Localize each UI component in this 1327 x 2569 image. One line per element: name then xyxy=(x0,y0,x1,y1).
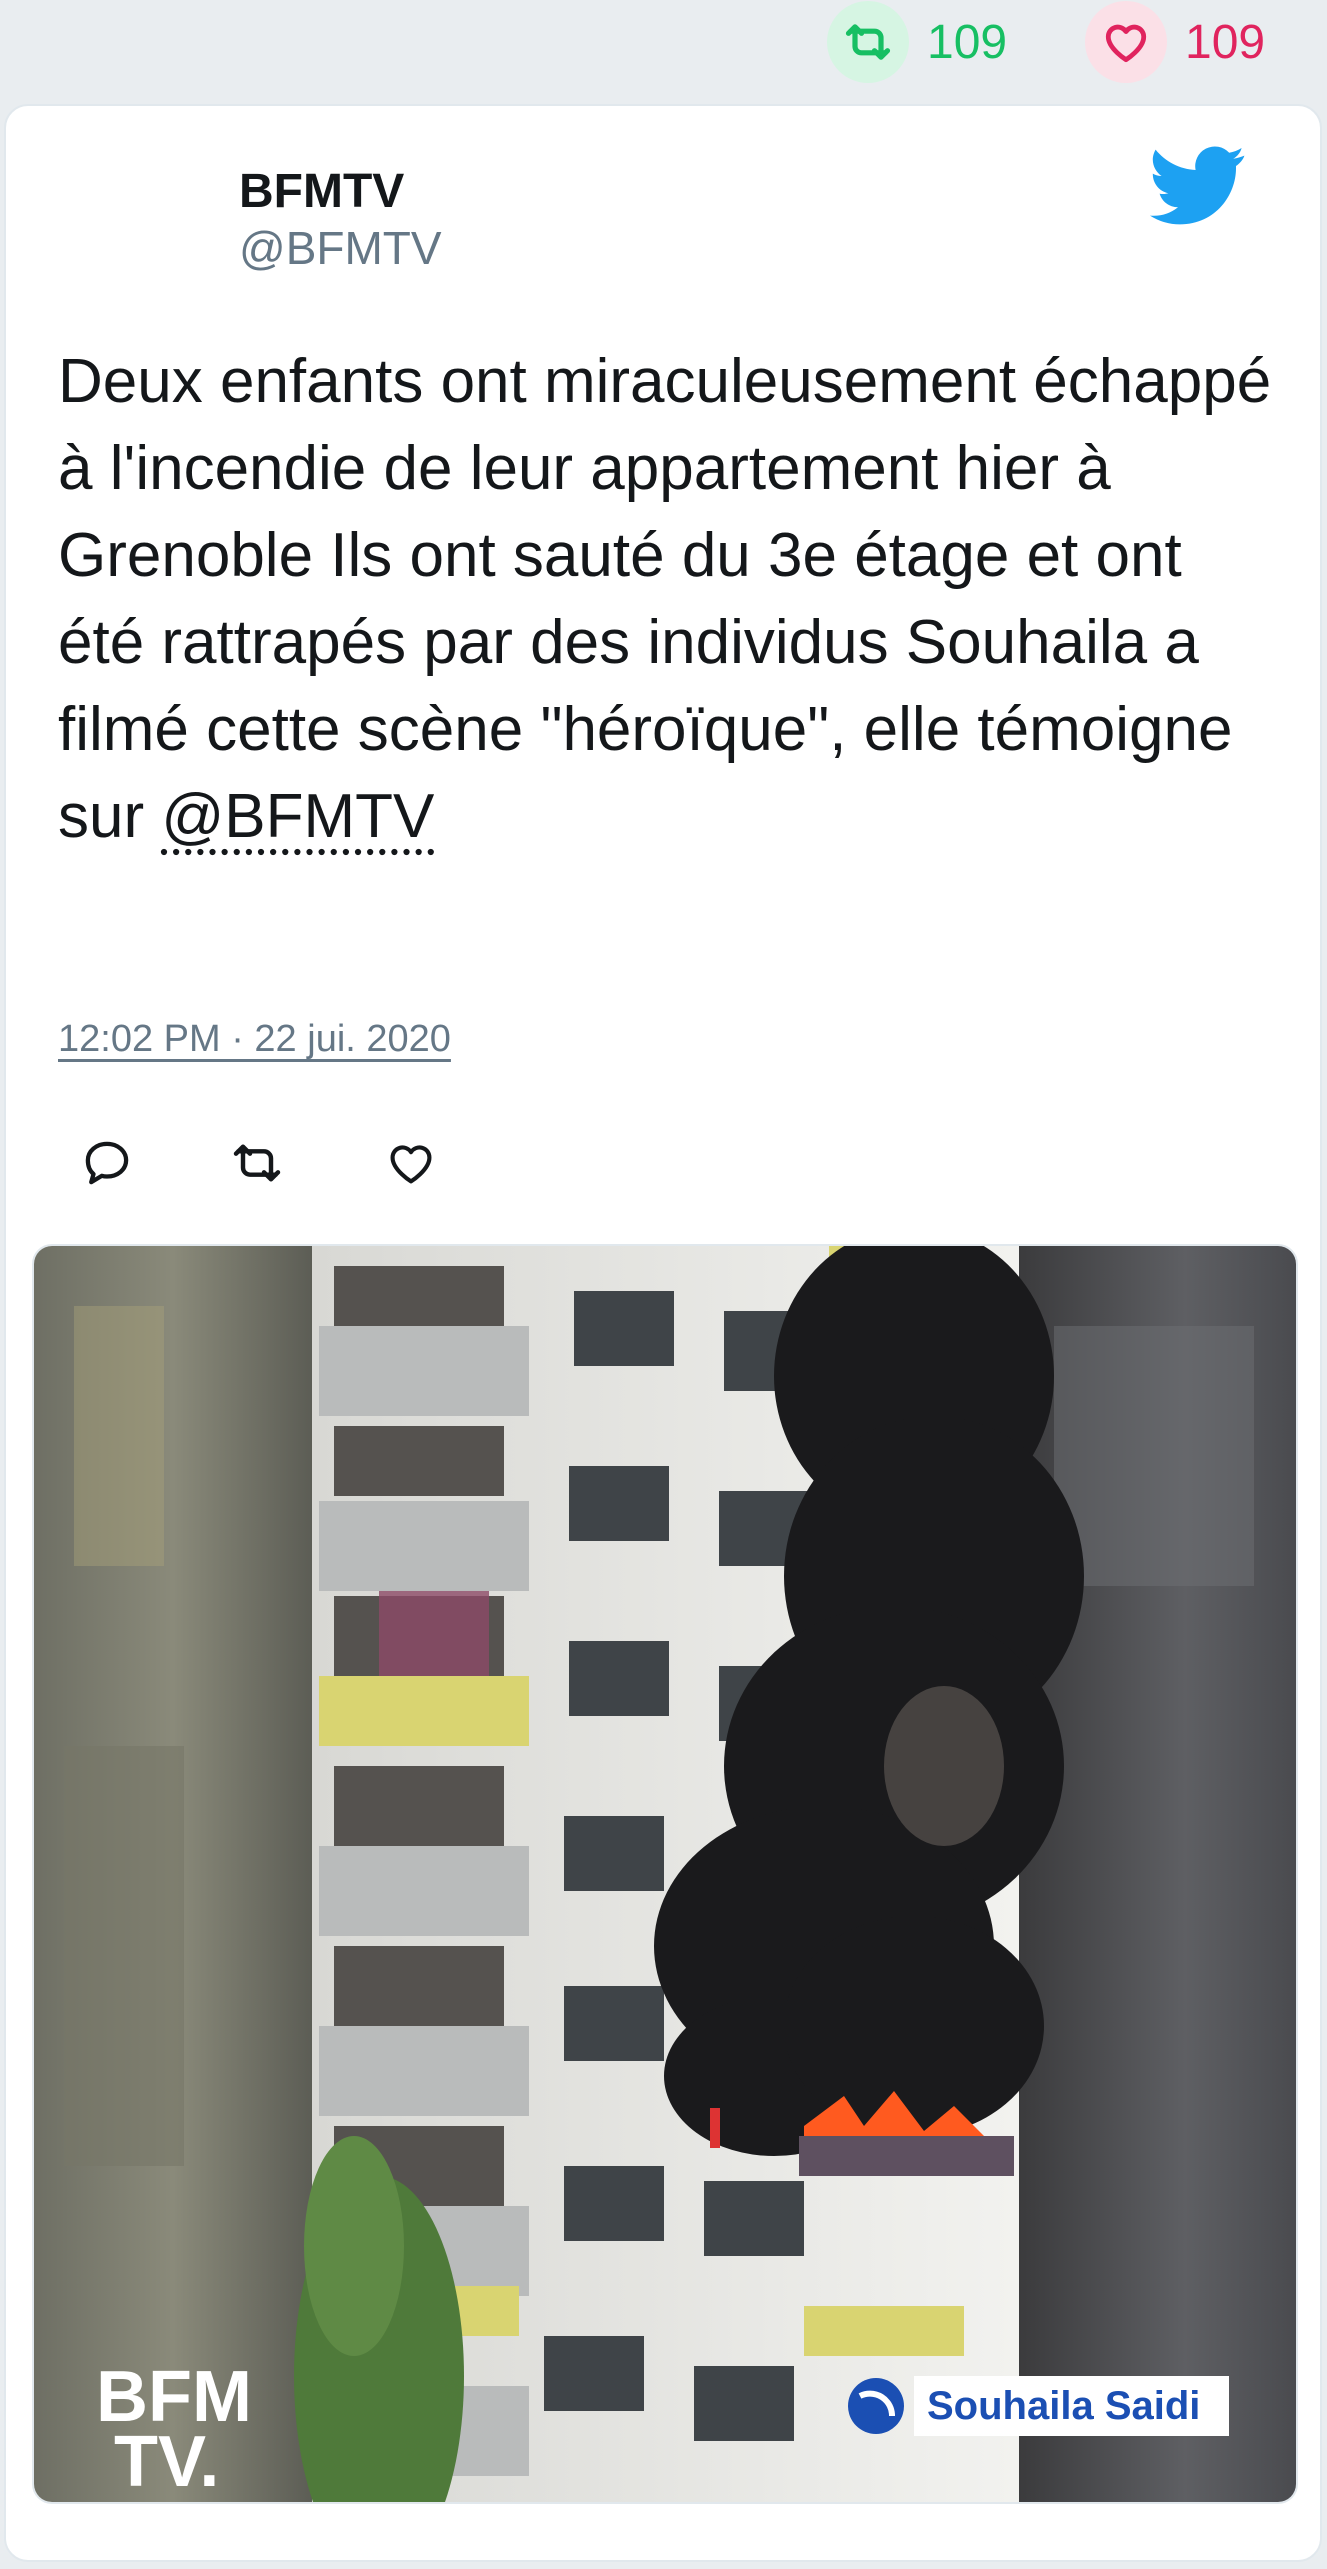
mention-link[interactable]: @BFMTV xyxy=(161,782,434,851)
retweet-icon[interactable] xyxy=(827,1,909,83)
video-credit: Souhaila Saidi xyxy=(927,2384,1200,2428)
tweet-text: Deux enfants ont miraculeusement échappé… xyxy=(58,338,1278,860)
tweet-body: Deux enfants ont miraculeusement échappé… xyxy=(58,347,1272,851)
tweet-media-video[interactable]: BFM TV. Souhaila Saidi xyxy=(32,1244,1298,2504)
retweet-count: 109 xyxy=(927,15,1008,69)
reply-icon[interactable] xyxy=(76,1132,138,1194)
action-bar xyxy=(58,1132,458,1202)
heart-icon[interactable] xyxy=(1085,1,1167,83)
fire-scene-image: BFM TV. Souhaila Saidi xyxy=(34,1246,1296,2502)
author-name[interactable]: BFMTV xyxy=(239,164,442,220)
tweet-timestamp[interactable]: 12:02 PM · 22 jui. 2020 xyxy=(58,1018,451,1061)
like-count: 109 xyxy=(1185,15,1266,69)
like-count-stat[interactable]: 109 xyxy=(1085,1,1266,83)
bfmtv-watermark-line2: TV. xyxy=(114,2422,219,2502)
tweet-card: BFMTV @BFMTV Deux enfants ont miraculeus… xyxy=(4,104,1322,2562)
author-handle[interactable]: @BFMTV xyxy=(239,220,442,276)
bfmtv-globe-icon xyxy=(848,2378,904,2434)
twitter-bird-icon[interactable] xyxy=(1150,146,1246,226)
retweet-icon[interactable] xyxy=(226,1132,288,1194)
retweet-count-stat[interactable]: 109 xyxy=(827,1,1008,83)
author-block[interactable]: BFMTV @BFMTV xyxy=(239,164,442,276)
engagement-bar: 109 109 xyxy=(0,0,1327,100)
heart-icon[interactable] xyxy=(380,1132,442,1194)
